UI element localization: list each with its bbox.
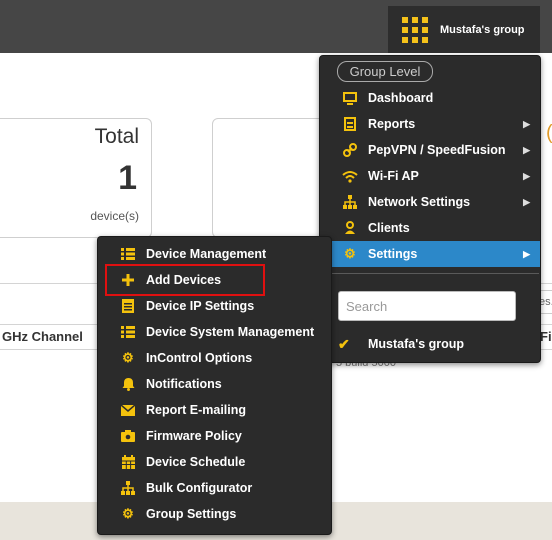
link-icon <box>342 142 358 158</box>
card-unit: device(s) <box>90 209 139 223</box>
group-name: Mustafa's group <box>440 23 525 36</box>
menu-item-current-group[interactable]: ✔ Mustafa's group <box>338 333 464 355</box>
grid-icon <box>402 16 428 43</box>
menu-item-network-settings[interactable]: Network Settings ▶ <box>320 189 540 215</box>
chevron-right-icon: ▶ <box>523 196 530 207</box>
calendar-icon <box>120 454 136 470</box>
gear-icon: ⚙ <box>344 246 356 261</box>
column-header-fig[interactable]: Fig <box>540 329 552 344</box>
partial-card-glyph: ( <box>546 122 552 145</box>
document-icon <box>120 298 136 314</box>
submenu-item-device-ip-settings[interactable]: Device IP Settings <box>98 293 331 319</box>
group-level-label: Group Level <box>337 61 433 82</box>
column-header-channel[interactable]: GHz Channel <box>2 329 83 344</box>
total-devices-card: Total 1 device(s) <box>0 118 152 238</box>
wifi-icon <box>342 168 358 184</box>
submenu-item-report-emailing[interactable]: Report E-mailing <box>98 397 331 423</box>
envelope-icon <box>120 402 136 418</box>
card-value: 1 <box>118 159 137 197</box>
highlight-box <box>105 264 265 296</box>
checkmark-icon: ✔ <box>338 335 350 352</box>
submenu-item-group-settings[interactable]: ⚙ Group Settings <box>98 501 331 527</box>
monitor-icon <box>342 90 358 106</box>
submenu-item-device-schedule[interactable]: Device Schedule <box>98 449 331 475</box>
menu-item-dashboard[interactable]: Dashboard <box>320 85 540 111</box>
report-icon <box>342 116 358 132</box>
chevron-right-icon: ▶ <box>523 118 530 129</box>
group-search-input[interactable]: Search <box>338 291 516 321</box>
list-icon <box>120 246 136 262</box>
chevron-right-icon: ▶ <box>523 248 530 259</box>
submenu-item-device-system-management[interactable]: Device System Management <box>98 319 331 345</box>
menu-divider <box>331 273 539 274</box>
firmware-icon <box>120 428 136 444</box>
submenu-item-bulk-configurator[interactable]: Bulk Configurator <box>98 475 331 501</box>
menu-item-settings[interactable]: ⚙ Settings ▶ <box>332 241 540 267</box>
user-icon <box>342 220 358 236</box>
list-icon <box>120 324 136 340</box>
menu-item-wifi-ap[interactable]: Wi-Fi AP ▶ <box>320 163 540 189</box>
menu-item-reports[interactable]: Reports ▶ <box>320 111 540 137</box>
chevron-right-icon: ▶ <box>523 144 530 155</box>
gear-icon: ⚙ <box>122 506 134 521</box>
card-title: Total <box>94 125 139 148</box>
bell-icon <box>120 376 136 392</box>
network-icon <box>120 480 136 496</box>
submenu-item-notifications[interactable]: Notifications <box>98 371 331 397</box>
gear-icon: ⚙ <box>122 350 134 365</box>
menu-item-pepvpn[interactable]: PepVPN / SpeedFusion ▶ <box>320 137 540 163</box>
submenu-item-firmware-policy[interactable]: Firmware Policy <box>98 423 331 449</box>
menu-item-clients[interactable]: Clients <box>320 215 540 241</box>
submenu-item-incontrol-options[interactable]: ⚙ InControl Options <box>98 345 331 371</box>
network-icon <box>342 194 358 210</box>
chevron-right-icon: ▶ <box>523 170 530 181</box>
group-switcher-button[interactable]: Mustafa's group <box>388 6 540 53</box>
